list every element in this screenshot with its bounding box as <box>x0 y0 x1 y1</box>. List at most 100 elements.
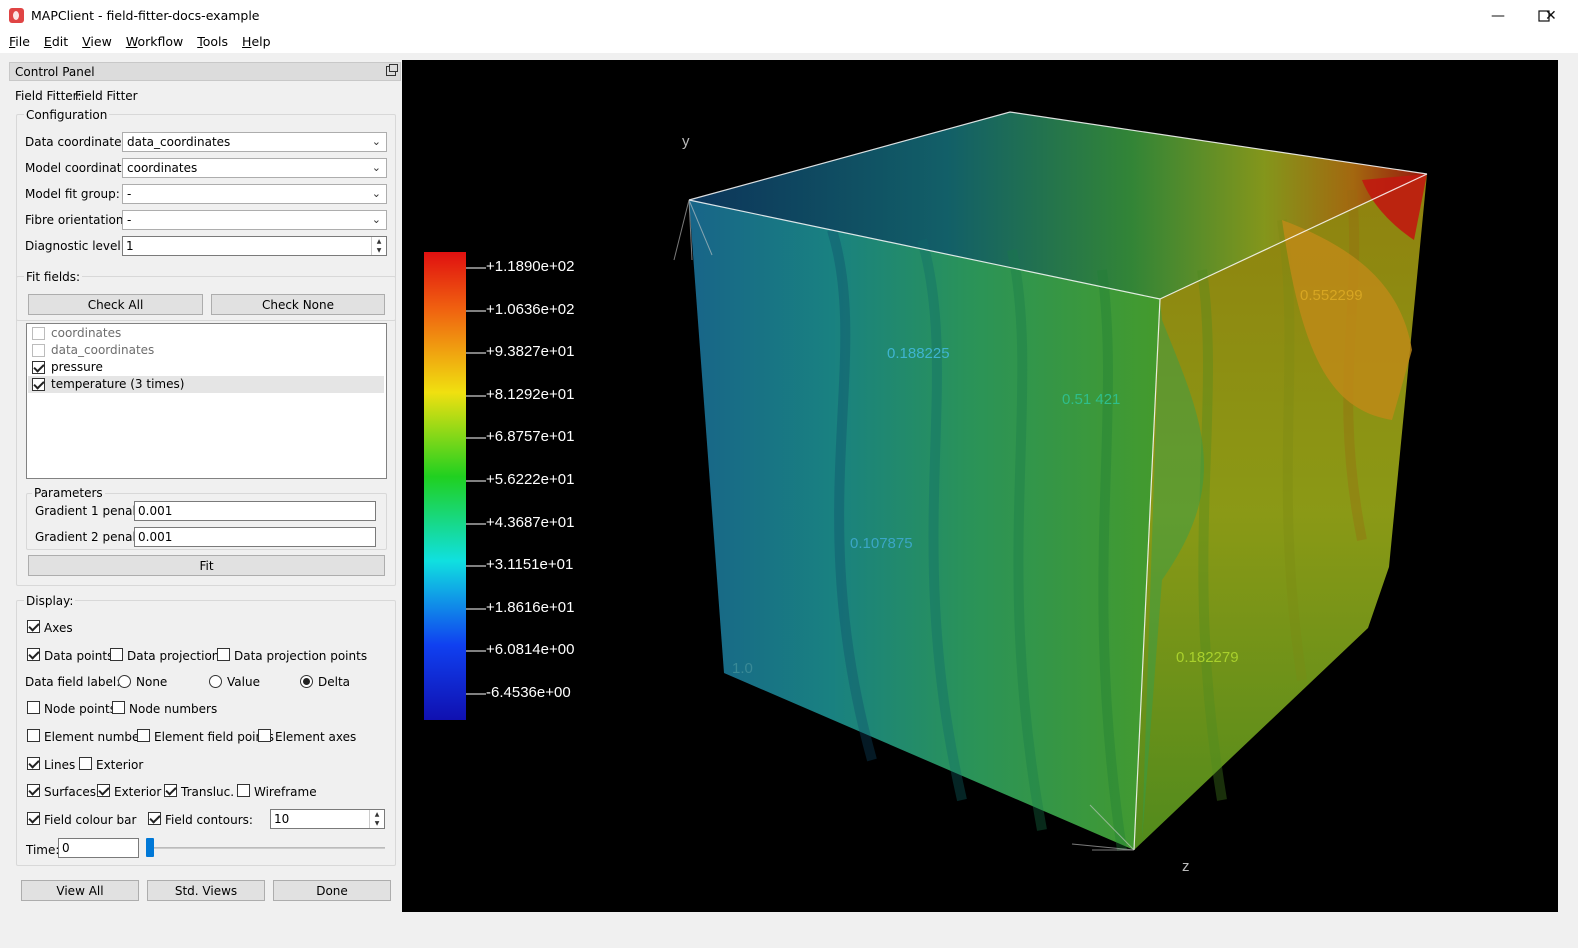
data-label: 1.0 <box>732 660 753 677</box>
spin-buttons[interactable]: ▲ ▼ <box>369 810 384 828</box>
radio-none[interactable] <box>118 675 131 688</box>
radio-delta-label: Delta <box>318 675 351 689</box>
maximize-button[interactable] <box>1521 0 1567 31</box>
gradient1-input[interactable]: 0.001 <box>134 501 376 521</box>
colour-bar-label: -6.4536e+00 <box>486 684 571 701</box>
window-title: MAPClient - field-fitter-docs-example <box>31 8 260 23</box>
chevron-down-icon: ⌄ <box>371 161 381 174</box>
data-label: 0.182279 <box>1176 649 1239 666</box>
field-contours-label: Field contours: <box>165 813 253 827</box>
data-coordinates-label: Data coordinates: <box>25 135 132 149</box>
colour-bar-label: +9.3827e+01 <box>486 343 575 360</box>
list-item[interactable]: coordinates <box>28 325 384 342</box>
surfaces-exterior-checkbox[interactable] <box>97 784 110 797</box>
gradient2-input[interactable]: 0.001 <box>134 527 376 547</box>
fitter-name: Field Fitter <box>75 89 138 103</box>
data-coordinates-select[interactable]: data_coordinates ⌄ <box>122 132 387 152</box>
element-axes-checkbox[interactable] <box>258 729 271 742</box>
menu-edit[interactable]: Edit <box>37 31 75 53</box>
control-panel: Control Panel Field Fitter: Field Fitter… <box>9 62 401 912</box>
radio-value-label: Value <box>227 675 260 689</box>
time-input[interactable]: 0 <box>58 838 139 858</box>
spin-buttons[interactable]: ▲ ▼ <box>371 237 386 255</box>
display-title: Display: <box>24 594 76 608</box>
element-numbers-label: Element numbers <box>44 730 151 744</box>
check-none-button[interactable]: Check None <box>211 294 385 315</box>
node-numbers-label: Node numbers <box>129 702 218 716</box>
data-label: 0.552299 <box>1300 287 1363 304</box>
colour-bar-label: +6.0814e+00 <box>486 641 575 658</box>
data-points-label: Data points <box>44 649 114 663</box>
data-projection-points-label: Data projection points <box>234 649 368 663</box>
fit-button[interactable]: Fit <box>28 555 385 576</box>
menu-workflow[interactable]: Workflow <box>119 31 190 53</box>
view-all-button[interactable]: View All <box>21 880 139 901</box>
data-projections-checkbox[interactable] <box>110 648 123 661</box>
fibre-orientation-select[interactable]: - ⌄ <box>122 210 387 230</box>
field-colour-bar-checkbox[interactable] <box>27 812 40 825</box>
element-axes-label: Element axes <box>275 730 357 744</box>
data-projection-points-checkbox[interactable] <box>217 648 230 661</box>
lines-checkbox[interactable] <box>27 757 40 770</box>
data-projections-label: Data projections <box>127 649 226 663</box>
checkbox[interactable] <box>32 361 45 374</box>
diagnostic-level-spinbox[interactable]: 1 ▲ ▼ <box>122 236 387 256</box>
app-logo-icon <box>9 8 24 23</box>
checkbox[interactable] <box>32 344 45 357</box>
chevron-down-icon: ⌄ <box>371 187 381 200</box>
checkbox[interactable] <box>32 327 45 340</box>
menu-tools[interactable]: Tools <box>190 31 235 53</box>
lines-label: Lines <box>44 758 76 772</box>
time-slider-track[interactable] <box>147 847 385 849</box>
scene-viewer[interactable]: +1.1890e+02 +1.0636e+02 +9.3827e+01 +8.1… <box>402 60 1558 912</box>
axes-checkbox[interactable] <box>27 620 40 633</box>
menu-view[interactable]: View <box>75 31 119 53</box>
model-fit-group-label: Model fit group: <box>25 187 120 201</box>
surfaces-checkbox[interactable] <box>27 784 40 797</box>
fitter-label: Field Fitter: <box>15 89 82 103</box>
done-button[interactable]: Done <box>273 880 391 901</box>
field-contours-spinbox[interactable]: 10 ▲ ▼ <box>270 809 385 829</box>
menu-help[interactable]: Help <box>235 31 278 53</box>
translucent-label: Transluc. <box>181 785 235 799</box>
wireframe-checkbox[interactable] <box>237 784 250 797</box>
lines-exterior-label: Exterior <box>96 758 144 772</box>
menu-file[interactable]: File <box>2 31 37 53</box>
checkbox[interactable] <box>32 378 45 391</box>
time-label: Time: <box>26 843 60 857</box>
node-points-checkbox[interactable] <box>27 701 40 714</box>
title-bar: MAPClient - field-fitter-docs-example — … <box>0 0 1578 31</box>
configuration-title: Configuration <box>24 108 110 122</box>
close-icon: ✕ <box>1545 7 1557 24</box>
data-label: 0.51 421 <box>1062 391 1121 408</box>
list-item[interactable]: temperature (3 times) <box>28 376 384 393</box>
check-all-button[interactable]: Check All <box>28 294 203 315</box>
chevron-down-icon: ⌄ <box>371 213 381 226</box>
time-slider-handle[interactable] <box>146 838 154 857</box>
minimize-button[interactable]: — <box>1475 0 1521 31</box>
cube-front-face <box>689 200 1160 850</box>
data-points-checkbox[interactable] <box>27 648 40 661</box>
element-field-points-checkbox[interactable] <box>137 729 150 742</box>
colour-bar-label: +3.1151e+01 <box>486 556 574 573</box>
axes-label: Axes <box>44 621 73 635</box>
radio-delta[interactable] <box>300 675 313 688</box>
colour-bar-ticks <box>466 267 486 695</box>
close-button[interactable]: ✕ <box>1545 0 1578 31</box>
control-panel-title: Control Panel <box>15 65 95 79</box>
colour-bar-label: +6.8757e+01 <box>486 428 575 445</box>
lines-exterior-checkbox[interactable] <box>79 757 92 770</box>
model-coordinates-select[interactable]: coordinates ⌄ <box>122 158 387 178</box>
translucent-checkbox[interactable] <box>164 784 177 797</box>
undock-icon[interactable] <box>386 64 398 76</box>
model-fit-group-select[interactable]: - ⌄ <box>122 184 387 204</box>
node-numbers-checkbox[interactable] <box>112 701 125 714</box>
element-numbers-checkbox[interactable] <box>27 729 40 742</box>
std-views-button[interactable]: Std. Views <box>147 880 265 901</box>
list-item[interactable]: pressure <box>28 359 384 376</box>
fit-fields-list: coordinates data_coordinates pressure te… <box>26 323 387 479</box>
radio-value[interactable] <box>209 675 222 688</box>
list-item[interactable]: data_coordinates <box>28 342 384 359</box>
surfaces-label: Surfaces <box>44 785 96 799</box>
field-contours-checkbox[interactable] <box>148 812 161 825</box>
